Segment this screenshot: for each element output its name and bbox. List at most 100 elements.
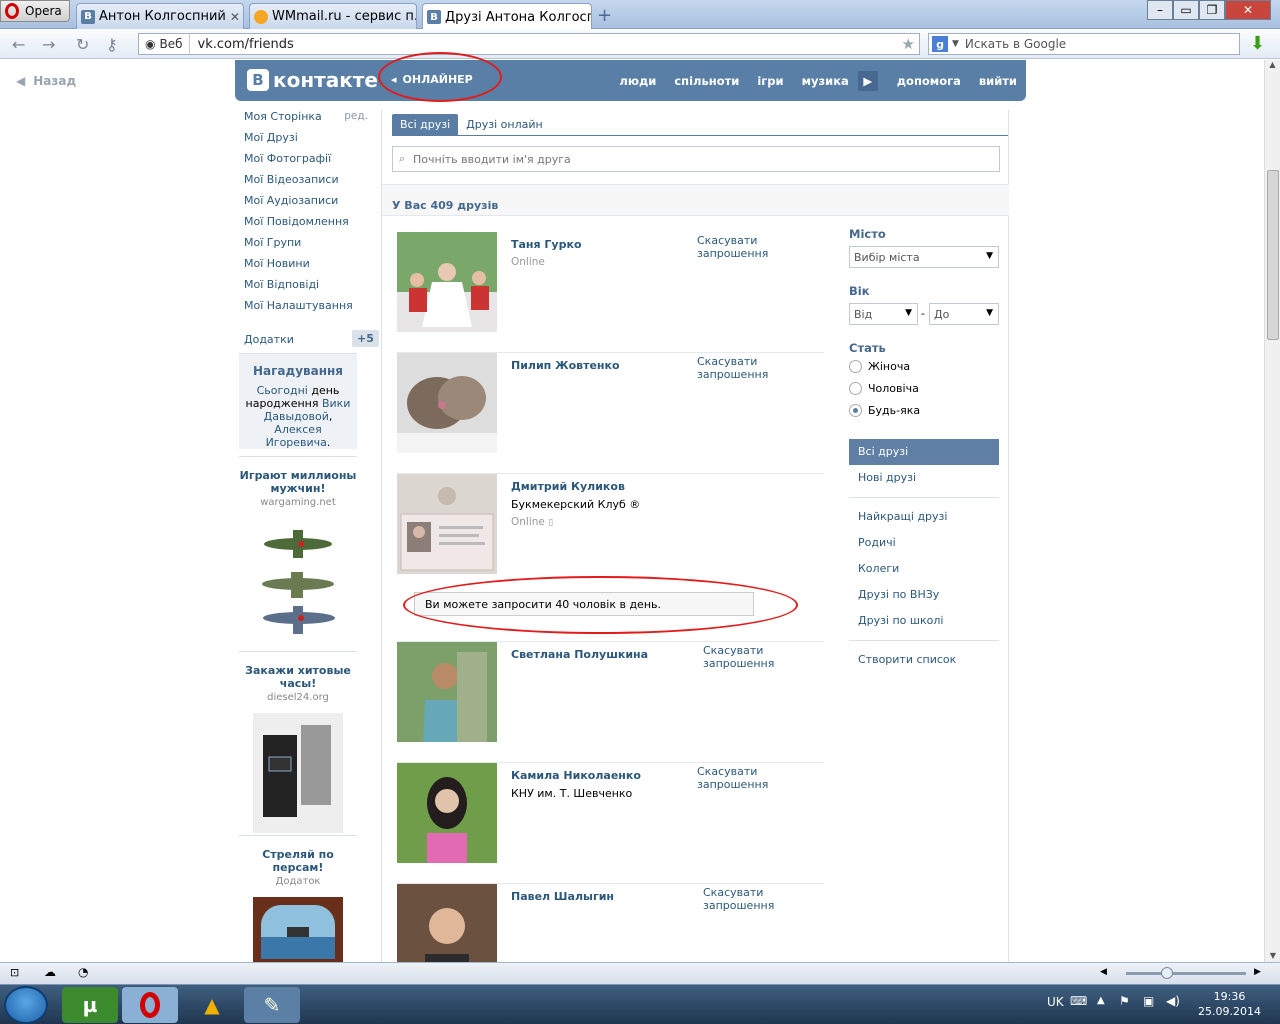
restore-icon[interactable]: ❐ bbox=[1199, 0, 1225, 20]
radio-circle[interactable] bbox=[849, 382, 862, 395]
tabs-icon[interactable]: ▭ bbox=[1173, 0, 1199, 20]
city-select[interactable]: Вибір міста ▼ bbox=[849, 246, 999, 268]
friend-name[interactable]: Павел Шалыгин bbox=[511, 890, 614, 903]
back-arrow-icon[interactable]: ← bbox=[12, 35, 25, 54]
tab-wmmail[interactable]: WMmail.ru - сервис п... ✕ bbox=[249, 3, 417, 29]
addons-badge[interactable]: +5 bbox=[352, 330, 379, 347]
flag-icon[interactable]: ⚑ bbox=[1119, 994, 1130, 1008]
friend-name[interactable]: Пилип Жовтенко bbox=[511, 359, 620, 372]
friend-search-input[interactable]: ⌕ Почніть вводити ім'я друга bbox=[392, 146, 1000, 172]
list-university-friends[interactable]: Друзі по ВНЗу bbox=[849, 582, 999, 608]
tab-online-friends[interactable]: Друзі онлайн bbox=[458, 114, 551, 135]
nav-my-videos[interactable]: Мої Відеозаписи bbox=[244, 173, 376, 194]
friend-name[interactable]: Таня Гурко bbox=[511, 238, 582, 251]
zoom-in-icon[interactable]: ▶ bbox=[1254, 967, 1261, 977]
cancel-request-link[interactable]: Скасувати запрошення bbox=[697, 355, 824, 381]
google-search-field[interactable]: g ▼ Искать в Google bbox=[928, 33, 1240, 55]
create-list-link[interactable]: Створити список bbox=[849, 647, 999, 673]
radio-circle[interactable] bbox=[849, 360, 862, 373]
key-icon[interactable]: ⚷ bbox=[106, 35, 118, 54]
close-window-icon[interactable]: ✕ bbox=[1225, 0, 1271, 20]
scroll-thumb[interactable] bbox=[1267, 170, 1279, 340]
radio-male[interactable]: Чоловіча bbox=[849, 382, 919, 395]
cancel-request-link[interactable]: Скасувати запрошення bbox=[703, 644, 824, 670]
vk-logo[interactable]: B контакте bbox=[247, 68, 378, 92]
volume-icon[interactable]: ◀) bbox=[1166, 994, 1180, 1008]
speed-dial-icon[interactable]: ◔ bbox=[78, 965, 88, 979]
nav-my-news[interactable]: Мої Новини bbox=[244, 257, 376, 278]
nav-my-photos[interactable]: Мої Фотографії bbox=[244, 152, 376, 173]
url-text[interactable]: vk.com/friends bbox=[190, 37, 294, 52]
play-icon[interactable]: ▶ bbox=[857, 70, 878, 91]
ad-game-image[interactable] bbox=[253, 897, 343, 967]
menu-games[interactable]: ігри bbox=[748, 74, 792, 88]
list-relatives[interactable]: Родичі bbox=[849, 530, 999, 556]
radio-circle[interactable] bbox=[849, 404, 862, 417]
nav-my-settings[interactable]: Мої Налаштування bbox=[244, 299, 376, 320]
friend-photo[interactable] bbox=[397, 642, 497, 742]
nav-my-friends[interactable]: Мої Друзі bbox=[244, 131, 376, 152]
today-link[interactable]: Сьогодні bbox=[257, 384, 308, 397]
menu-help[interactable]: допомога bbox=[888, 74, 970, 88]
menu-people[interactable]: люди bbox=[610, 74, 665, 88]
nav-my-messages[interactable]: Мої Повідомлення bbox=[244, 215, 376, 236]
scroll-down-icon[interactable]: ▼ bbox=[1265, 951, 1280, 960]
cloud-icon[interactable]: ☁ bbox=[44, 965, 56, 979]
zoom-out-icon[interactable]: ◀ bbox=[1100, 967, 1107, 977]
network-icon[interactable]: ▣ bbox=[1143, 994, 1154, 1008]
friend-photo[interactable] bbox=[397, 474, 497, 574]
age-from-select[interactable]: Від ▼ bbox=[849, 303, 918, 325]
keyboard-icon[interactable]: ⌨ bbox=[1070, 994, 1087, 1008]
utorrent-taskbar-icon[interactable]: µ bbox=[62, 987, 118, 1023]
list-new-friends[interactable]: Нові друзі bbox=[849, 465, 999, 491]
menu-music[interactable]: музика bbox=[793, 74, 858, 88]
ad-title[interactable]: Стреляй по персам! bbox=[239, 836, 357, 874]
friend-photo[interactable] bbox=[397, 353, 497, 453]
radio-any[interactable]: Будь-яка bbox=[849, 404, 920, 417]
friend-photo[interactable] bbox=[397, 763, 497, 863]
minimize-icon[interactable]: – bbox=[1147, 0, 1173, 20]
close-tab-icon[interactable]: ✕ bbox=[226, 10, 240, 24]
forward-arrow-icon[interactable]: → bbox=[42, 35, 55, 54]
friend-name[interactable]: Дмитрий Куликов bbox=[511, 480, 625, 493]
tab-friends[interactable]: B Друзі Антона Колгосп... ✕ bbox=[422, 3, 592, 30]
menu-logout[interactable]: вийти bbox=[970, 74, 1026, 88]
cancel-request-link[interactable]: Скасувати запрошення bbox=[697, 234, 824, 260]
edit-link[interactable]: ред. bbox=[344, 110, 368, 122]
ad-block[interactable]: Играют миллионы мужчин! wargaming.net bbox=[239, 456, 357, 643]
web-security-badge[interactable]: ◉ Веб bbox=[139, 34, 190, 54]
cancel-request-link[interactable]: Скасувати запрошення bbox=[697, 765, 824, 791]
ad-block[interactable]: Закажи хитовые часы! diesel24.org bbox=[239, 651, 357, 836]
language-indicator[interactable]: UK bbox=[1047, 995, 1064, 1009]
page-scrollbar[interactable]: ▲ ▼ bbox=[1264, 60, 1280, 962]
friend-photo[interactable] bbox=[397, 232, 497, 332]
friend-name[interactable]: Камила Николаенко bbox=[511, 769, 641, 782]
system-clock[interactable]: 19:36 25.09.2014 bbox=[1198, 989, 1261, 1019]
scroll-up-icon[interactable]: ▲ bbox=[1265, 60, 1280, 69]
opera-taskbar-icon[interactable] bbox=[122, 987, 178, 1023]
tab-all-friends[interactable]: Всі друзі bbox=[392, 114, 459, 135]
start-button[interactable] bbox=[4, 986, 48, 1024]
radio-female[interactable]: Жіноча bbox=[849, 360, 910, 373]
ad-planes-image[interactable] bbox=[253, 518, 343, 640]
list-best-friends[interactable]: Найкращі друзі bbox=[849, 504, 999, 530]
cancel-request-link[interactable]: Скасувати запрошення bbox=[703, 886, 824, 912]
panel-toggle-icon[interactable]: ⊡ bbox=[10, 966, 19, 979]
list-school-friends[interactable]: Друзі по школі bbox=[849, 608, 999, 634]
download-arrow-icon[interactable]: ⬇ bbox=[1250, 33, 1265, 54]
back-link[interactable]: ◀ Назад bbox=[16, 74, 76, 88]
zoom-slider-thumb[interactable] bbox=[1161, 967, 1173, 979]
address-bar[interactable]: ◉ Веб vk.com/friends ★ bbox=[138, 33, 920, 55]
tab-anton[interactable]: B Антон Колгоспний ✕ bbox=[76, 3, 244, 29]
ad-watch-image[interactable] bbox=[253, 713, 343, 833]
nav-my-audio[interactable]: Мої Аудіозаписи bbox=[244, 194, 376, 215]
reload-icon[interactable]: ↻ bbox=[76, 35, 89, 54]
ad-title[interactable]: Закажи хитовые часы! bbox=[239, 652, 357, 690]
bookmark-star-icon[interactable]: ★ bbox=[902, 35, 915, 53]
paint-taskbar-icon[interactable]: ✎ bbox=[244, 987, 300, 1023]
nav-my-answers[interactable]: Мої Відповіді bbox=[244, 278, 376, 299]
aimp-taskbar-icon[interactable]: ▲ bbox=[184, 987, 240, 1023]
new-tab-icon[interactable]: + bbox=[597, 5, 612, 26]
ad-block[interactable]: Стреляй по персам! Додаток bbox=[239, 835, 357, 970]
tray-expand-icon[interactable]: ▲ bbox=[1097, 995, 1105, 1006]
